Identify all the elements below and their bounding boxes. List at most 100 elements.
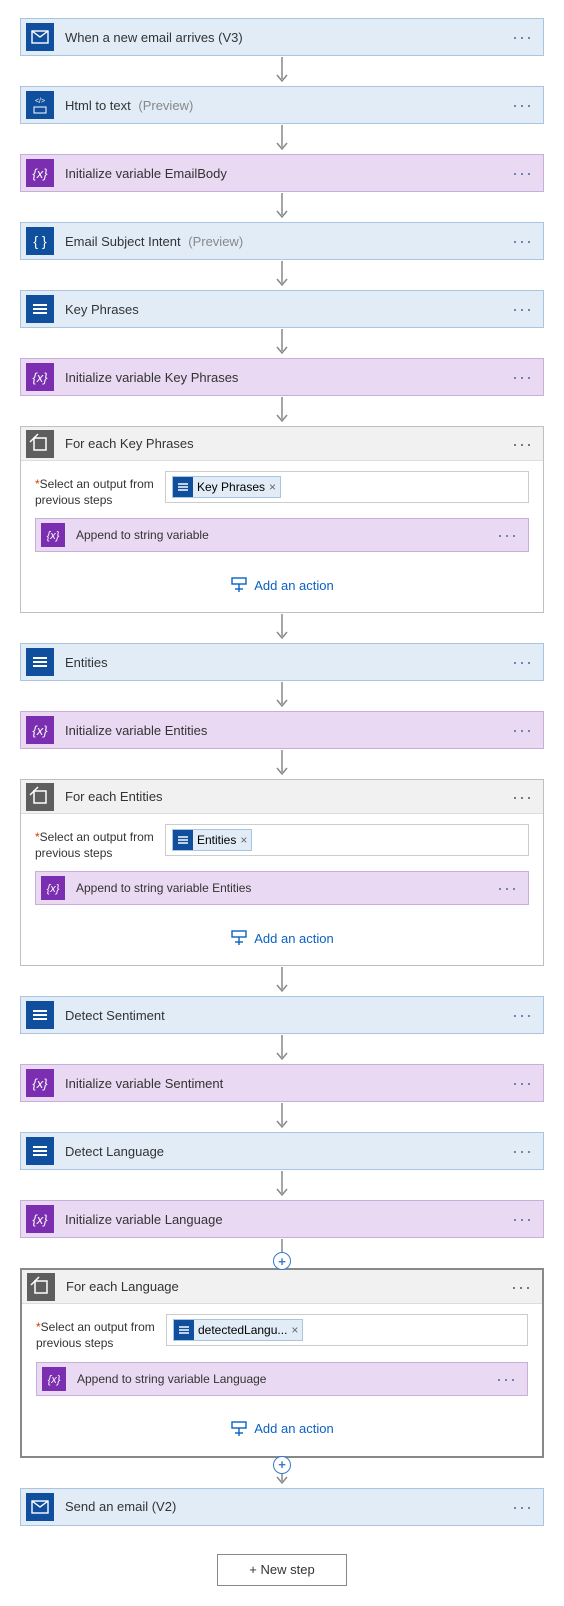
more-icon[interactable]: ··· <box>496 1370 517 1388</box>
step-label: Initialize variable Sentiment <box>65 1076 543 1091</box>
init-var-sentiment-step[interactable]: {x} Initialize variable Sentiment ··· <box>20 1064 544 1102</box>
variable-icon: {x} <box>41 523 65 547</box>
field-label: *Select an output from previous steps <box>36 1314 166 1351</box>
add-action-button[interactable]: Add an action <box>35 558 529 608</box>
init-var-emailbody-step[interactable]: {x} Initialize variable EmailBody ··· <box>20 154 544 192</box>
more-icon[interactable]: ··· <box>512 1006 533 1024</box>
add-action-button[interactable]: Add an action <box>36 1402 528 1452</box>
trigger-step[interactable]: When a new email arrives (V3) ··· <box>20 18 544 56</box>
lines-icon <box>173 477 193 497</box>
step-label: When a new email arrives (V3) <box>65 30 543 45</box>
new-step-button[interactable]: + New step <box>217 1554 347 1586</box>
entities-step[interactable]: Entities ··· <box>20 643 544 681</box>
flow-arrow <box>20 1034 544 1064</box>
flow-arrow <box>20 749 544 779</box>
more-icon[interactable]: ··· <box>512 653 533 671</box>
more-icon[interactable]: ··· <box>512 1210 533 1228</box>
svg-text:{x}: {x} <box>47 883 60 895</box>
init-var-entities-step[interactable]: {x} Initialize variable Entities ··· <box>20 711 544 749</box>
more-icon[interactable]: ··· <box>512 300 533 318</box>
more-icon[interactable]: ··· <box>497 879 518 897</box>
step-label: Append to string variable Language <box>77 1372 527 1386</box>
step-label: Append to string variable <box>76 528 528 542</box>
token-key-phrases[interactable]: Key Phrases × <box>172 476 281 498</box>
for-each-header[interactable]: For each Key Phrases ··· <box>21 427 543 461</box>
add-action-button[interactable]: Add an action <box>35 911 529 961</box>
outlook-icon <box>26 23 54 51</box>
more-icon[interactable]: ··· <box>512 1074 533 1092</box>
svg-text:{x}: {x} <box>32 723 48 738</box>
more-icon[interactable]: ··· <box>497 526 518 544</box>
lines-icon <box>173 830 193 850</box>
svg-text:{ }: { } <box>33 233 47 249</box>
more-icon[interactable]: ··· <box>511 1278 532 1296</box>
html-to-text-step[interactable]: </> Html to text (Preview) ··· <box>20 86 544 124</box>
send-email-step[interactable]: Send an email (V2) ··· <box>20 1488 544 1526</box>
more-icon[interactable]: ··· <box>512 435 533 453</box>
step-label: For each Language <box>66 1279 542 1294</box>
flow-arrow <box>20 966 544 996</box>
detect-language-step[interactable]: Detect Language ··· <box>20 1132 544 1170</box>
svg-text:{x}: {x} <box>32 1212 48 1227</box>
variable-icon: {x} <box>26 1069 54 1097</box>
outlook-icon <box>26 1493 54 1521</box>
field-label: *Select an output from previous steps <box>35 471 165 508</box>
svg-text:</>: </> <box>35 98 45 105</box>
more-icon[interactable]: ··· <box>512 788 533 806</box>
append-string-entities-step[interactable]: {x} Append to string variable Entities ·… <box>35 871 529 905</box>
key-phrases-step[interactable]: Key Phrases ··· <box>20 290 544 328</box>
token-entities[interactable]: Entities × <box>172 829 252 851</box>
for-each-header[interactable]: For each Language ··· <box>22 1270 542 1304</box>
braces-icon: { } <box>26 227 54 255</box>
flow-arrow <box>20 192 544 222</box>
step-label: Html to text (Preview) <box>65 98 543 113</box>
for-each-language-container[interactable]: For each Language ··· *Select an output … <box>20 1268 544 1457</box>
lines-icon <box>26 295 54 323</box>
token-remove[interactable]: × <box>240 833 247 847</box>
lines-icon <box>26 648 54 676</box>
loop-icon <box>26 783 54 811</box>
detect-sentiment-step[interactable]: Detect Sentiment ··· <box>20 996 544 1034</box>
email-subject-intent-step[interactable]: { } Email Subject Intent (Preview) ··· <box>20 222 544 260</box>
step-label: For each Key Phrases <box>65 436 543 451</box>
variable-icon: {x} <box>26 716 54 744</box>
more-icon[interactable]: ··· <box>512 1142 533 1160</box>
more-icon[interactable]: ··· <box>512 164 533 182</box>
output-field[interactable]: detectedLangu... × <box>166 1314 528 1346</box>
token-remove[interactable]: × <box>291 1323 298 1337</box>
flow-arrow <box>20 328 544 358</box>
step-label: Initialize variable EmailBody <box>65 166 543 181</box>
insert-step-button[interactable]: + <box>273 1252 291 1270</box>
loop-icon <box>26 430 54 458</box>
loop-icon <box>27 1273 55 1301</box>
svg-text:{x}: {x} <box>32 166 48 181</box>
flow-arrow <box>20 56 544 86</box>
step-label: Initialize variable Key Phrases <box>65 370 543 385</box>
append-string-step[interactable]: {x} Append to string variable ··· <box>35 518 529 552</box>
flow-arrow <box>20 396 544 426</box>
init-var-language-step[interactable]: {x} Initialize variable Language ··· <box>20 1200 544 1238</box>
token-remove[interactable]: × <box>269 480 276 494</box>
append-string-language-step[interactable]: {x} Append to string variable Language ·… <box>36 1362 528 1396</box>
for-each-entities-container[interactable]: For each Entities ··· *Select an output … <box>20 779 544 966</box>
more-icon[interactable]: ··· <box>512 368 533 386</box>
init-var-key-phrases-step[interactable]: {x} Initialize variable Key Phrases ··· <box>20 358 544 396</box>
flow-arrow <box>20 613 544 643</box>
insert-step-button[interactable]: + <box>273 1456 291 1474</box>
svg-text:{x}: {x} <box>47 530 60 542</box>
token-detected-language[interactable]: detectedLangu... × <box>173 1319 303 1341</box>
step-label: Initialize variable Entities <box>65 723 543 738</box>
output-field[interactable]: Entities × <box>165 824 529 856</box>
output-field[interactable]: Key Phrases × <box>165 471 529 503</box>
variable-icon: {x} <box>41 876 65 900</box>
for-each-key-phrases-container[interactable]: For each Key Phrases ··· *Select an outp… <box>20 426 544 613</box>
flow-arrow: + <box>20 1458 544 1488</box>
step-label: For each Entities <box>65 789 543 804</box>
step-label: Detect Sentiment <box>65 1008 543 1023</box>
more-icon[interactable]: ··· <box>512 721 533 739</box>
more-icon[interactable]: ··· <box>512 232 533 250</box>
more-icon[interactable]: ··· <box>512 96 533 114</box>
more-icon[interactable]: ··· <box>512 28 533 46</box>
more-icon[interactable]: ··· <box>512 1498 533 1516</box>
for-each-header[interactable]: For each Entities ··· <box>21 780 543 814</box>
